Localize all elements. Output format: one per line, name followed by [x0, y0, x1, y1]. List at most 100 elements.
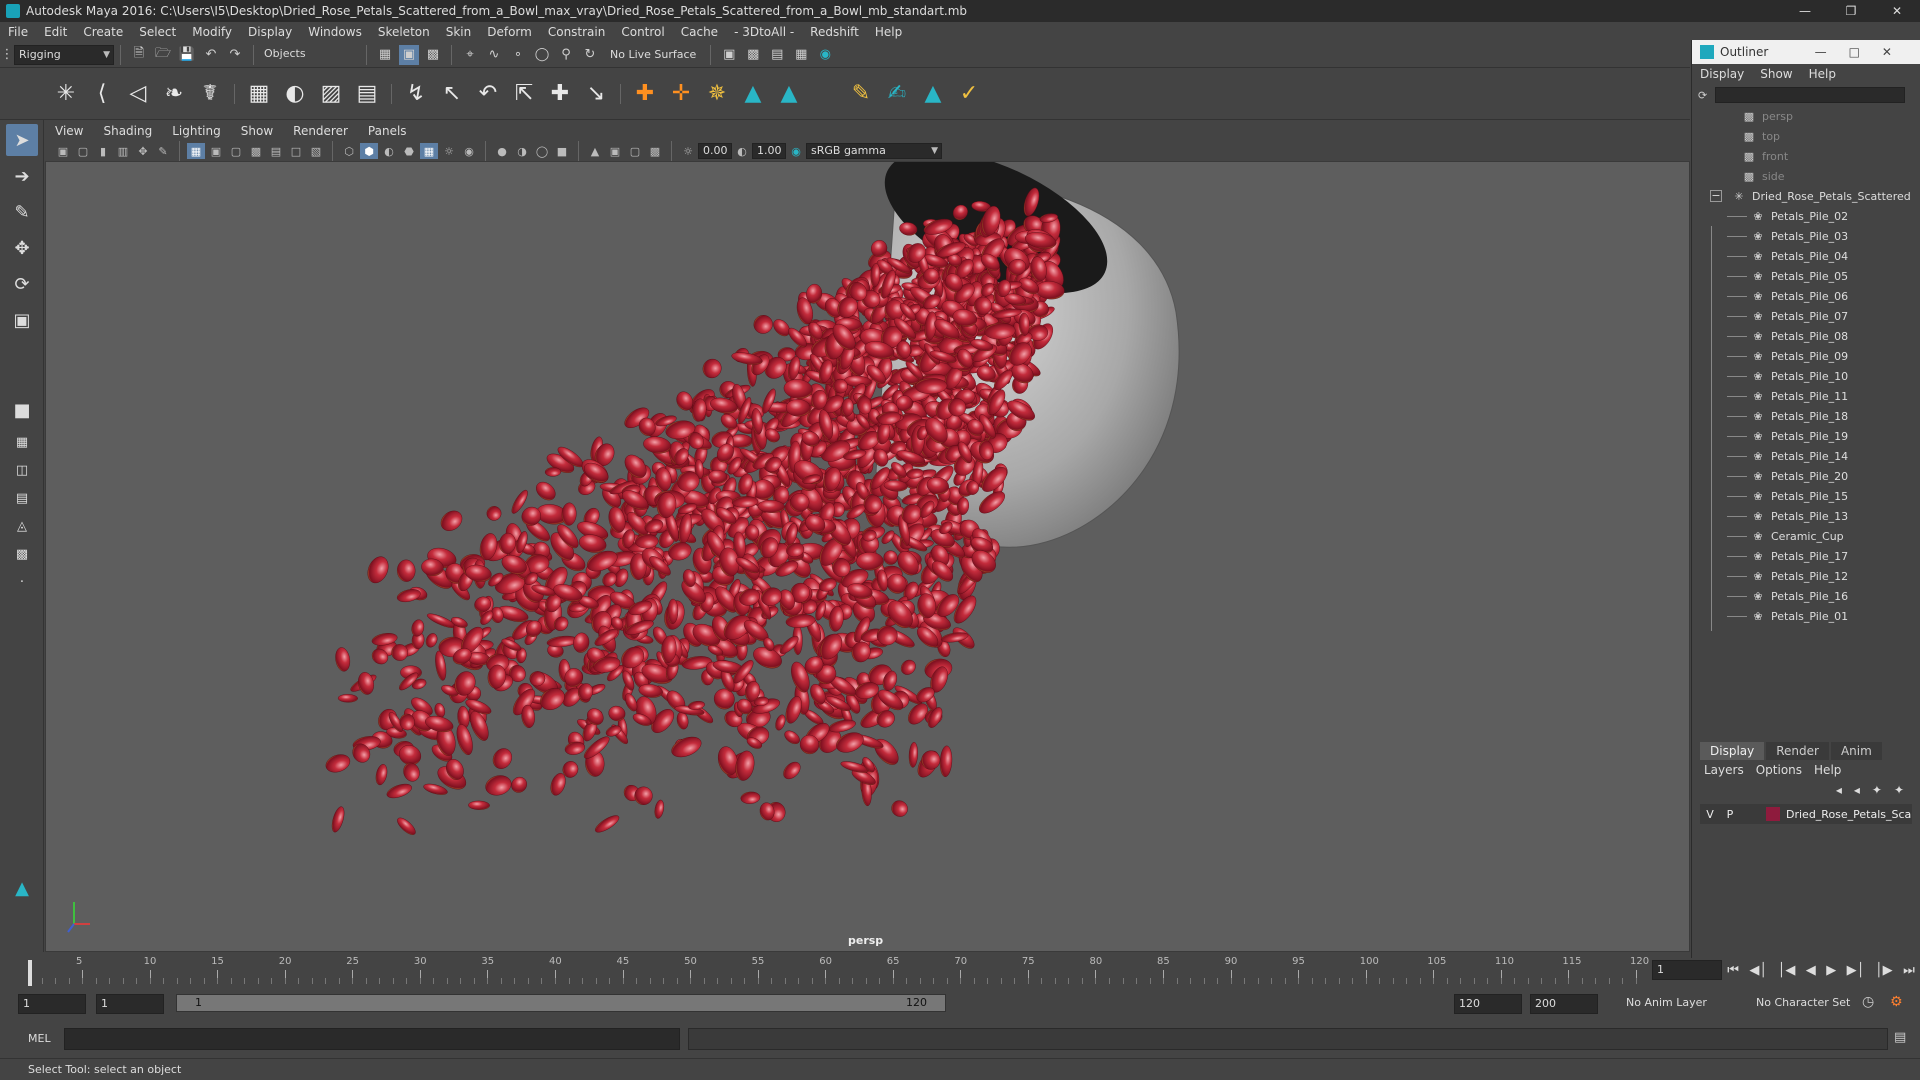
outliner-item[interactable]: ❀ Petals_Pile_07 — [1692, 306, 1920, 326]
current-time-indicator[interactable] — [28, 960, 32, 986]
step-forward-frame-icon[interactable]: ▶│ — [1847, 963, 1865, 978]
camera-attributes-icon[interactable]: ▢ — [74, 143, 92, 159]
move-tool-icon[interactable]: ✥ — [6, 232, 38, 264]
scale-constraint-icon[interactable]: ⇱ — [509, 76, 539, 112]
layer-visibility-toggle[interactable]: V — [1700, 808, 1720, 821]
quick-rig-icon[interactable]: ☤ — [195, 76, 225, 112]
layer-menu-layers[interactable]: Layers — [1698, 763, 1750, 777]
menu-set-dropdown[interactable]: Rigging ▼ — [14, 44, 114, 65]
outliner-camera[interactable]: ▩ persp — [1692, 106, 1920, 126]
layout-persp-graph-icon[interactable]: ◬ — [6, 514, 38, 538]
menu-skeleton[interactable]: Skeleton — [370, 25, 438, 39]
resolution-gate-icon[interactable]: ▢ — [227, 143, 245, 159]
image-plane-icon[interactable]: ▥ — [114, 143, 132, 159]
menu-skin[interactable]: Skin — [438, 25, 480, 39]
outliner-menu-help[interactable]: Help — [1801, 67, 1844, 81]
paint-skin-icon[interactable]: ✎ — [846, 76, 876, 112]
layout-hypershade-icon[interactable]: ▩ — [6, 542, 38, 566]
xray-icon[interactable]: ▣ — [606, 143, 624, 159]
lattice-icon[interactable]: ▨ — [316, 76, 346, 112]
outliner-item[interactable]: ❀ Petals_Pile_16 — [1692, 586, 1920, 606]
mirror-joint-icon[interactable]: ◁ — [123, 76, 153, 112]
four-view-icon[interactable]: ▦ — [6, 430, 38, 454]
tab-anim[interactable]: Anim — [1830, 742, 1882, 760]
isolate-select-icon[interactable]: ▲ — [586, 143, 604, 159]
color-management-icon[interactable]: ◉ — [787, 143, 805, 159]
go-to-start-icon[interactable]: ⏮ — [1727, 963, 1739, 978]
grease-pencil-icon[interactable]: ✎ — [154, 143, 172, 159]
xray-joints-icon[interactable]: ▢ — [626, 143, 644, 159]
xray-components-icon[interactable]: ▩ — [646, 143, 664, 159]
wrap-deformer-icon[interactable]: ▤ — [352, 76, 382, 112]
use-all-lights-icon[interactable]: ☼ — [440, 143, 458, 159]
menu-select[interactable]: Select — [131, 25, 184, 39]
exposure-field[interactable]: 0.00 — [698, 143, 732, 159]
outliner-item[interactable]: ❀ Petals_Pile_18 — [1692, 406, 1920, 426]
outliner-item[interactable]: ❀ Petals_Pile_11 — [1692, 386, 1920, 406]
menu-create[interactable]: Create — [75, 25, 131, 39]
check-icon[interactable]: ✓ — [954, 76, 984, 112]
outliner-item[interactable]: ❀ Petals_Pile_08 — [1692, 326, 1920, 346]
safe-title-icon[interactable]: ▧ — [307, 143, 325, 159]
exposure-icon[interactable]: ☼ — [679, 143, 697, 159]
select-tool-icon[interactable]: ➤ — [6, 124, 38, 156]
parent-constraint-icon[interactable]: ✚ — [545, 76, 575, 112]
film-gate-icon[interactable]: ▣ — [207, 143, 225, 159]
view-transform-dropdown[interactable]: sRGB gamma ▼ — [806, 143, 942, 159]
menu-display[interactable]: Display — [240, 25, 300, 39]
range-slider[interactable]: 1 120 — [176, 994, 946, 1012]
vp-menu-shading[interactable]: Shading — [93, 124, 162, 138]
layer-menu-help[interactable]: Help — [1808, 763, 1847, 777]
field-chart-icon[interactable]: ▤ — [267, 143, 285, 159]
select-camera-icon[interactable]: ▣ — [54, 143, 72, 159]
outliner-item[interactable]: ❀ Petals_Pile_02 — [1692, 206, 1920, 226]
gate-mask-icon[interactable]: ▩ — [247, 143, 265, 159]
close-icon[interactable]: ✕ — [1874, 0, 1920, 22]
outliner-window-controls[interactable]: —□✕ — [1815, 40, 1914, 64]
render-settings-icon[interactable]: ▦ — [791, 45, 811, 65]
animation-end-field[interactable]: 200 — [1530, 994, 1598, 1014]
outliner-group[interactable]: − ✳ Dried_Rose_Petals_Scattered — [1692, 186, 1920, 206]
outliner-item[interactable]: ❀ Petals_Pile_10 — [1692, 366, 1920, 386]
aim-constraint-icon[interactable]: ↖ — [437, 76, 467, 112]
layer-row[interactable]: V P Dried_Rose_Petals_Sca — [1700, 804, 1912, 824]
menu-modify[interactable]: Modify — [184, 25, 240, 39]
menu-windows[interactable]: Windows — [300, 25, 370, 39]
tab-display[interactable]: Display — [1700, 742, 1765, 760]
step-back-frame-icon[interactable]: │◀ — [1778, 963, 1796, 978]
play-backward-icon[interactable]: ◀ — [1806, 963, 1816, 978]
layer-color-swatch[interactable] — [1766, 807, 1780, 821]
vp-menu-lighting[interactable]: Lighting — [162, 124, 231, 138]
restore-icon[interactable]: ❐ — [1828, 0, 1874, 22]
outliner-menu-show[interactable]: Show — [1752, 67, 1800, 81]
new-layer-icon[interactable]: ✦ — [1866, 783, 1888, 797]
menu-redshift[interactable]: Redshift — [802, 25, 867, 39]
maya-m2-icon[interactable]: ▲ — [774, 76, 804, 112]
insert-joint-icon[interactable]: ⟨ — [87, 76, 117, 112]
selection-mask-dropdown[interactable]: Objects — [260, 44, 360, 65]
2d-pan-zoom-icon[interactable]: ✥ — [134, 143, 152, 159]
pole-vector-icon[interactable]: ↘ — [581, 76, 611, 112]
outliner-item[interactable]: ❀ Petals_Pile_19 — [1692, 426, 1920, 446]
outliner-item[interactable]: ❀ Petals_Pile_15 — [1692, 486, 1920, 506]
layout-outliner-icon[interactable]: ◫ — [6, 458, 38, 482]
outliner-item[interactable]: ❀ Petals_Pile_01 — [1692, 606, 1920, 626]
paint-select-icon[interactable]: ✎ — [6, 196, 38, 228]
new-layer-selected-icon[interactable]: ✦ — [1888, 783, 1910, 797]
undo-icon[interactable]: ↶ — [201, 45, 221, 65]
playback-end-field[interactable]: 120 — [1454, 994, 1522, 1014]
hypershade-icon[interactable]: ◉ — [815, 45, 835, 65]
bind-skin-icon[interactable]: ▦ — [244, 76, 274, 112]
outliner-item[interactable]: ❀ Petals_Pile_20 — [1692, 466, 1920, 486]
snap-live-icon[interactable]: ⚲ — [556, 45, 576, 65]
sculpt-icon[interactable]: ✍ — [882, 76, 912, 112]
character-set-dropdown[interactable]: No Character Set — [1752, 994, 1870, 1014]
step-back-key-icon[interactable]: ◀│ — [1749, 963, 1767, 978]
layout-graph-icon[interactable]: ▤ — [6, 486, 38, 510]
layer-playback-toggle[interactable]: P — [1720, 808, 1740, 821]
menu-constrain[interactable]: Constrain — [540, 25, 614, 39]
animation-start-field[interactable]: 1 — [18, 994, 86, 1014]
shadows-icon[interactable]: ◉ — [460, 143, 478, 159]
outliner-item[interactable]: ❀ Petals_Pile_05 — [1692, 266, 1920, 286]
tab-render[interactable]: Render — [1766, 742, 1829, 760]
